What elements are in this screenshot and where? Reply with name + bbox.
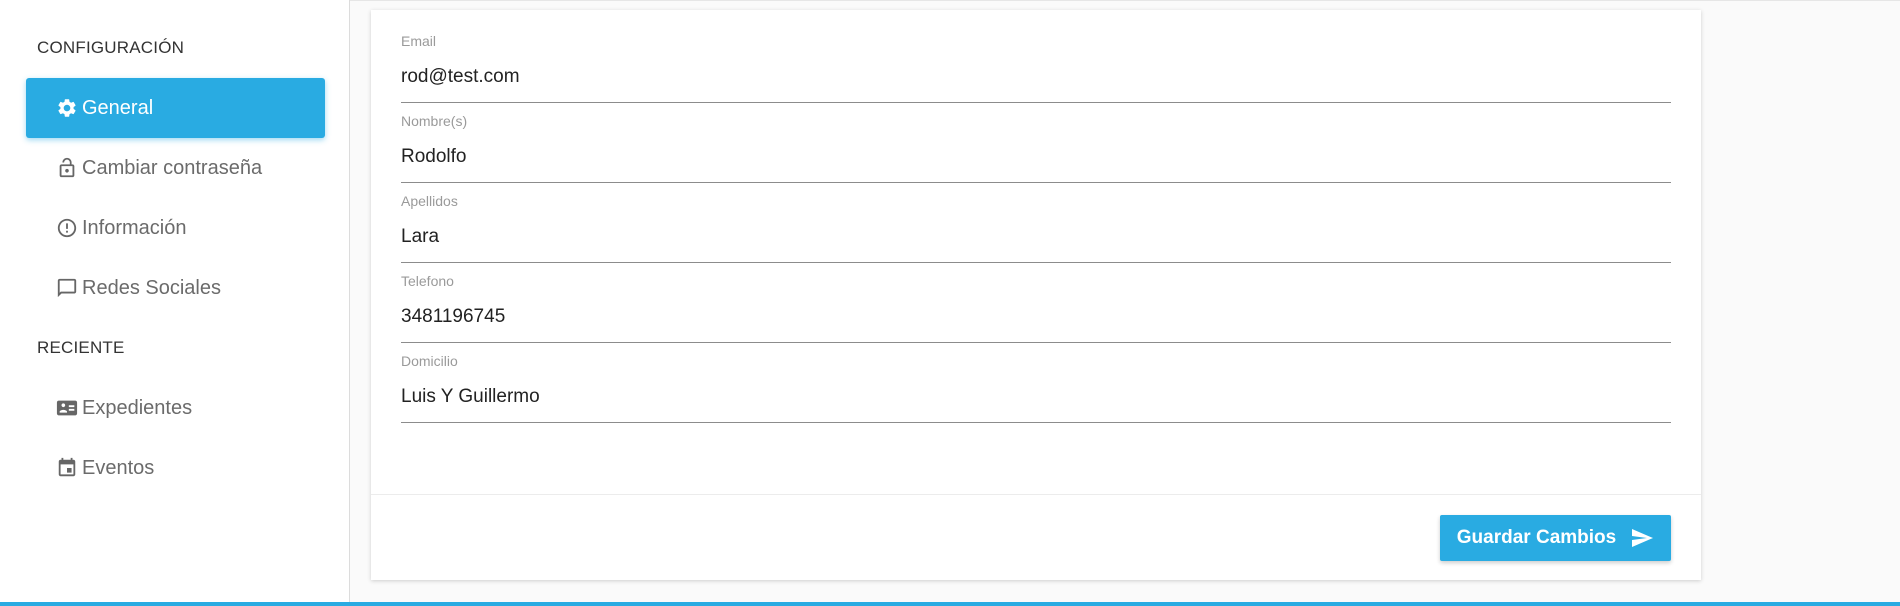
sidebar-item-label: Expedientes [82,396,193,419]
apellidos-input[interactable] [401,211,1671,263]
section-title-reciente: RECIENTE [37,338,125,357]
domicilio-field: Domicilio [401,353,1671,423]
email-field: Email [401,33,1671,103]
telefono-field: Telefono [401,273,1671,343]
id-card-icon [56,397,78,419]
sidebar-item-label: Eventos [82,456,155,479]
bottom-accent-bar [0,602,1900,606]
telefono-label: Telefono [401,273,454,289]
card-footer-divider [371,494,1701,495]
lock-icon [56,157,78,179]
sidebar-item-expedientes[interactable]: Expedientes [26,378,325,438]
calendar-icon [56,457,78,479]
apellidos-label: Apellidos [401,193,458,209]
nombre-input[interactable] [401,131,1671,183]
send-icon [1630,526,1654,550]
sidebar-item-general[interactable]: General [26,78,325,138]
section-title-configuracion: CONFIGURACIÓN [37,38,185,57]
domicilio-input[interactable] [401,371,1671,423]
sidebar-item-informacion[interactable]: Información [26,198,325,258]
sidebar-item-redes-sociales[interactable]: Redes Sociales [26,258,325,318]
email-label: Email [401,33,437,49]
telefono-input[interactable] [401,291,1671,343]
email-input[interactable] [401,51,1671,103]
gear-icon [56,97,78,119]
sidebar-item-label: Información [82,216,187,239]
apellidos-field: Apellidos [401,193,1671,263]
sidebar-item-label: Cambiar contraseña [82,156,263,179]
nombre-label: Nombre(s) [401,113,468,129]
sidebar-item-cambiar-contrasena[interactable]: Cambiar contraseña [26,138,325,198]
nombre-field: Nombre(s) [401,113,1671,183]
sidebar-item-eventos[interactable]: Eventos [26,438,325,498]
save-changes-button[interactable]: Guardar Cambios [1440,515,1671,561]
sidebar-item-label: Redes Sociales [82,276,221,299]
save-button-label: Guardar Cambios [1456,527,1617,548]
chat-icon [56,277,78,299]
settings-sidebar: CONFIGURACIÓN General Cambiar contraseña… [0,0,350,602]
sidebar-item-label: General [82,96,154,119]
profile-form-card: Email Nombre(s) Apellidos Telefono Domic… [371,10,1701,580]
info-icon [56,217,78,239]
domicilio-label: Domicilio [401,353,458,369]
